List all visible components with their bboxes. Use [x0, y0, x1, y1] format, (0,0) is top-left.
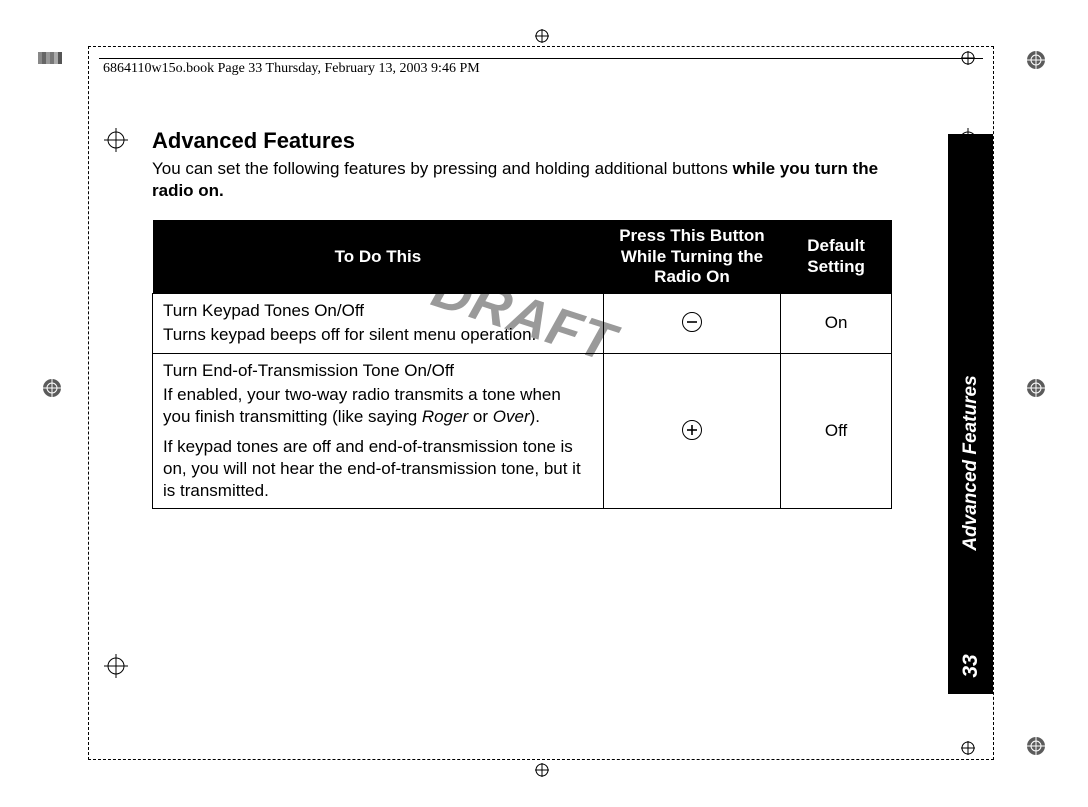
- page-title: Advanced Features: [152, 128, 892, 154]
- intro-text: You can set the following features by pr…: [152, 159, 733, 178]
- row-title: Turn End-of-Transmission Tone On/Off: [163, 360, 593, 382]
- cell-action: Turn End-of-Transmission Tone On/Off If …: [153, 353, 604, 509]
- cell-default: On: [781, 294, 892, 353]
- row-desc: Turns keypad beeps off for silent menu o…: [163, 324, 593, 346]
- row-desc-2: If keypad tones are off and end-of-trans…: [163, 436, 593, 502]
- row-title: Turn Keypad Tones On/Off: [163, 300, 593, 322]
- page-content: Advanced Features You can set the follow…: [152, 128, 892, 509]
- table-row: Turn Keypad Tones On/Off Turns keypad be…: [153, 294, 892, 353]
- minus-circle-icon: [682, 312, 702, 332]
- registration-mark: [1026, 378, 1046, 398]
- side-tab-label: Advanced Features: [960, 375, 982, 550]
- oplus-mark: [534, 762, 554, 782]
- cell-button: [603, 294, 780, 353]
- header-rule: [99, 58, 983, 59]
- cell-action: Turn Keypad Tones On/Off Turns keypad be…: [153, 294, 604, 353]
- registration-mark: [1026, 50, 1046, 70]
- table-row: Turn End-of-Transmission Tone On/Off If …: [153, 353, 892, 509]
- intro-paragraph: You can set the following features by pr…: [152, 158, 892, 202]
- row-desc: If enabled, your two-way radio transmits…: [163, 384, 593, 428]
- cell-button: [603, 353, 780, 509]
- registration-mark: [42, 378, 62, 398]
- oplus-mark: [960, 50, 980, 70]
- running-head: 6864110w15o.book Page 33 Thursday, Febru…: [103, 61, 480, 77]
- plus-circle-icon: [682, 420, 702, 440]
- th-button: Press This Button While Turning the Radi…: [603, 220, 780, 294]
- th-default: Default Setting: [781, 220, 892, 294]
- page-number: 33: [959, 654, 983, 677]
- side-tab: Advanced Features 33: [948, 134, 993, 694]
- registration-mark: [1026, 736, 1046, 756]
- th-action: To Do This: [153, 220, 604, 294]
- oplus-mark: [960, 740, 980, 760]
- features-table: To Do This Press This Button While Turni…: [152, 220, 892, 509]
- oplus-mark: [534, 28, 554, 48]
- color-bars: [38, 52, 62, 64]
- cell-default: Off: [781, 353, 892, 509]
